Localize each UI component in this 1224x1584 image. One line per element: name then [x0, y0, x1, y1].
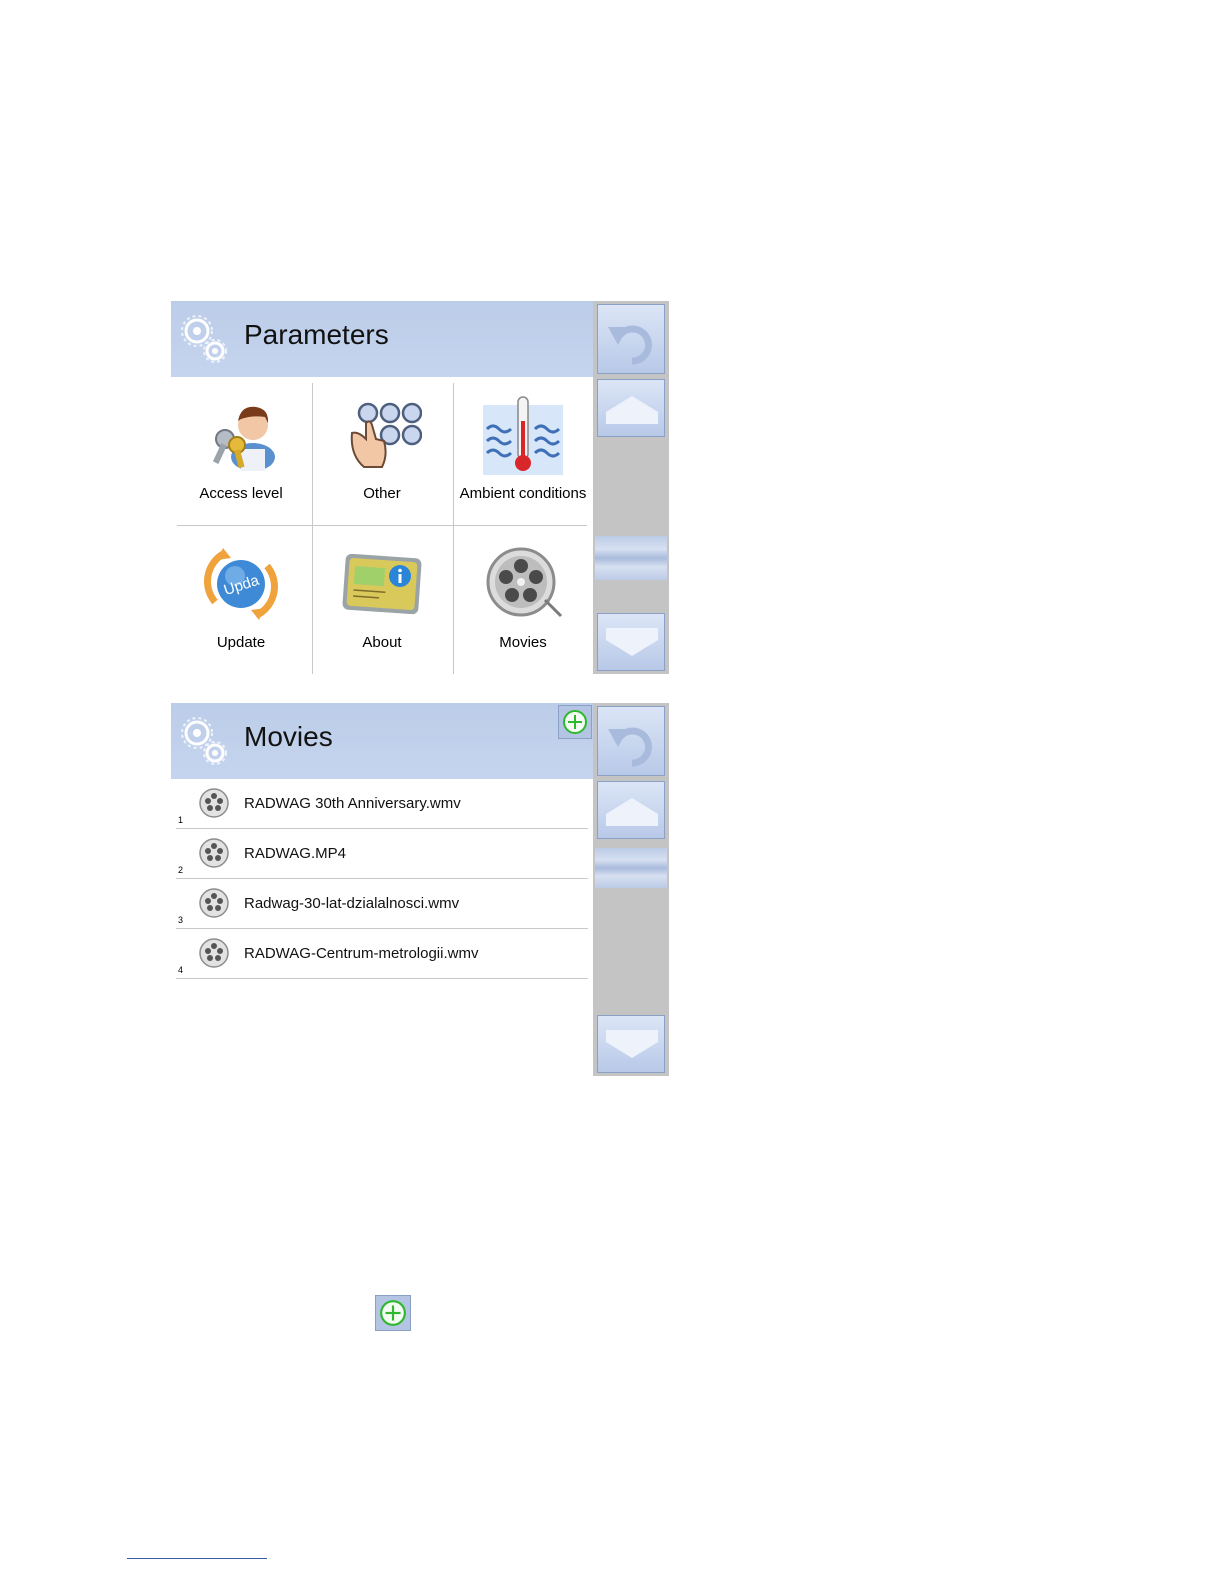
tile-ambient-conditions[interactable]: Ambient conditions — [453, 377, 593, 525]
film-reel-icon — [199, 838, 229, 868]
arrow-up-icon — [606, 798, 658, 826]
tile-update[interactable]: Upda Update — [171, 526, 311, 674]
item-number: 2 — [178, 865, 184, 875]
undo-arrow-icon — [608, 325, 652, 365]
add-icon — [380, 1300, 406, 1326]
arrow-up-icon — [606, 396, 658, 424]
item-number: 3 — [178, 915, 184, 925]
parameters-grid: Access level Other Ambient conditions Up… — [171, 377, 593, 674]
scroll-up-button[interactable] — [597, 781, 665, 839]
parameters-panel: Parameters Access level Other Ambient co… — [171, 301, 669, 674]
scroll-down-button[interactable] — [597, 613, 665, 671]
list-item[interactable]: 2 RADWAG.MP4 — [176, 829, 588, 879]
tile-label: About — [362, 634, 402, 651]
arrow-down-icon — [606, 1030, 658, 1058]
tile-label: Access level — [199, 485, 283, 502]
tile-access-level[interactable]: Access level — [171, 377, 311, 525]
scroll-up-button[interactable] — [597, 379, 665, 437]
film-reel-icon — [486, 547, 563, 618]
tile-movies[interactable]: Movies — [453, 526, 593, 674]
tile-about[interactable]: About — [312, 526, 452, 674]
movie-name: Radwag-30-lat-dzialalnosci.wmv — [244, 895, 460, 912]
footnote-divider — [127, 1558, 267, 1559]
add-movie-button[interactable] — [558, 705, 592, 739]
back-button[interactable] — [597, 304, 665, 374]
add-button-reference — [375, 1295, 411, 1331]
access-level-icon — [212, 406, 275, 471]
scrollbar-thumb[interactable] — [595, 848, 667, 888]
movies-header: Movies — [171, 703, 593, 779]
scrollbar-thumb[interactable] — [595, 536, 667, 580]
film-reel-icon — [199, 938, 229, 968]
tile-label: Ambient conditions — [459, 485, 587, 502]
item-number: 1 — [178, 815, 184, 825]
list-item[interactable]: 1 RADWAG 30th Anniversary.wmv — [176, 779, 588, 829]
list-item[interactable]: 4 RADWAG-Centrum-metrologii.wmv — [176, 929, 588, 979]
page-title: Movies — [244, 721, 333, 752]
sidebar — [593, 703, 669, 1076]
keypad-hand-icon — [350, 402, 422, 468]
update-icon: Upda — [204, 548, 278, 620]
movie-name: RADWAG.MP4 — [244, 845, 346, 862]
film-reel-icon — [199, 888, 229, 918]
movie-name: RADWAG-Centrum-metrologii.wmv — [244, 945, 479, 962]
add-icon — [563, 710, 587, 734]
gears-icon — [181, 717, 227, 765]
tile-label: Update — [216, 634, 266, 651]
list-item[interactable]: 3 Radwag-30-lat-dzialalnosci.wmv — [176, 879, 588, 929]
tile-other[interactable]: Other — [312, 377, 452, 525]
sidebar — [593, 301, 669, 674]
tile-label: Movies — [499, 634, 547, 651]
movies-panel: Movies 1 RADWAG 30th Anniversary.wmv 2 R… — [171, 703, 669, 1076]
parameters-header: Parameters — [171, 301, 593, 377]
info-card-icon — [342, 553, 422, 615]
thermometer-icon — [483, 396, 563, 475]
arrow-down-icon — [606, 628, 658, 656]
tile-label: Other — [363, 485, 401, 502]
scroll-down-button[interactable] — [597, 1015, 665, 1073]
gears-icon — [181, 315, 227, 363]
page-title: Parameters — [244, 319, 389, 350]
back-button[interactable] — [597, 706, 665, 776]
undo-arrow-icon — [608, 727, 652, 767]
film-reel-icon — [199, 788, 229, 818]
item-number: 4 — [178, 965, 184, 975]
movie-name: RADWAG 30th Anniversary.wmv — [244, 795, 461, 812]
